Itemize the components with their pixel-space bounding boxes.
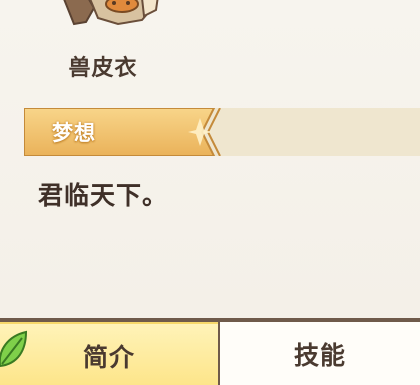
dream-text: 君临天下。 [38, 181, 169, 210]
profile-panel [0, 0, 420, 318]
item-name: 兽皮衣 [68, 56, 138, 81]
tab-intro-label: 简介 [82, 343, 135, 372]
fur-coat-icon [58, 0, 162, 28]
dream-label: 梦想 [52, 121, 96, 145]
tab-skill[interactable]: 技能 [220, 322, 420, 385]
tab-intro[interactable]: 简介 [0, 322, 218, 385]
tab-skill-label: 技能 [293, 341, 346, 370]
